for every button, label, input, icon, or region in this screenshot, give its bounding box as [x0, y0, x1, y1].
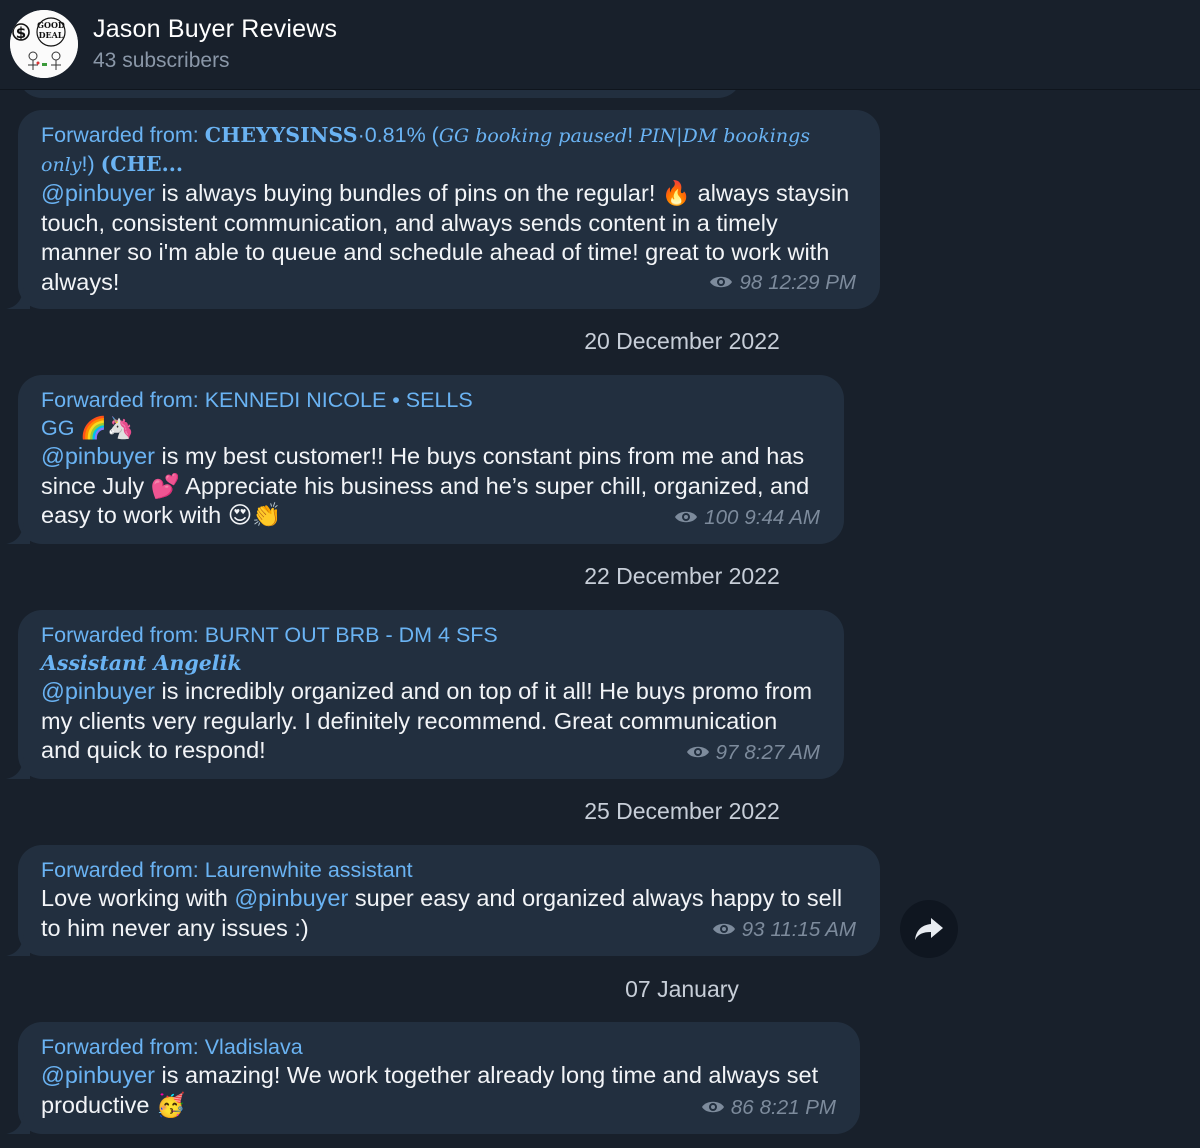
eye-icon — [701, 1102, 724, 1113]
forwarded-source-part[interactable]: !) — [82, 152, 101, 176]
forwarded-label: Forwarded from: — [41, 123, 199, 147]
message-time: 12:29 PM — [768, 270, 856, 294]
eye-icon — [710, 277, 733, 288]
message-bubble[interactable]: Forwarded from: BURNT OUT BRB - DM 4 SFS… — [6, 610, 844, 779]
view-count: 98 — [739, 270, 763, 294]
forwarded-source-part[interactable]: (CHE... — [101, 152, 183, 176]
forwarded-header[interactable]: Forwarded from: CHEYYSINSS·0.81% (GG boo… — [41, 121, 856, 179]
svg-text:GOOD: GOOD — [37, 20, 65, 30]
message-meta: 100 9:44 AM — [674, 503, 820, 533]
eye-icon — [675, 512, 698, 523]
message-time: 8:27 AM — [744, 740, 820, 764]
message-bubble[interactable]: Forwarded from: Laurenwhite assistant Lo… — [6, 845, 880, 956]
forwarded-source[interactable]: Vladislava — [205, 1035, 303, 1059]
forwarded-label: Forwarded from: — [41, 1035, 199, 1059]
forwarded-source[interactable]: CHEYYSINSS — [205, 123, 358, 147]
chat-header[interactable]: $ GOOD DEAL Jason Buyer Reviews 43 subsc… — [0, 0, 1200, 90]
message-meta: 98 12:29 PM — [709, 268, 856, 298]
forwarded-header[interactable]: Forwarded from: KENNEDI NICOLE • SELLS G… — [41, 386, 511, 442]
bubble-tail — [6, 287, 30, 309]
forwarded-source-part[interactable]: ·0.81% ( — [358, 123, 439, 147]
view-count: 100 — [704, 505, 739, 529]
forwarded-source-part[interactable]: Assistant Angelik — [41, 651, 242, 675]
forwarded-source-part[interactable]: GG booking paused — [439, 125, 627, 147]
forwarded-header[interactable]: Forwarded from: Vladislava — [41, 1033, 836, 1061]
date-separator: 20 December 2022 — [584, 328, 780, 354]
eye-icon — [686, 747, 709, 758]
message-bubble[interactable]: Forwarded from: KENNEDI NICOLE • SELLS G… — [6, 375, 844, 544]
message-meta: 93 11:15 AM — [712, 915, 856, 945]
message-body-start: Love working with — [41, 885, 235, 911]
forwarded-label: Forwarded from: — [41, 858, 199, 882]
message-bubble[interactable]: Forwarded from: CHEYYSINSS·0.81% (GG boo… — [6, 110, 880, 309]
share-arrow-icon — [915, 918, 943, 940]
date-separator: 07 January — [625, 976, 739, 1002]
svg-text:$: $ — [16, 24, 26, 42]
bubble-tail — [6, 1112, 30, 1134]
channel-avatar[interactable]: $ GOOD DEAL — [10, 10, 78, 78]
message-meta: 86 8:21 PM — [701, 1093, 836, 1123]
forwarded-label: Forwarded from: — [41, 388, 199, 412]
forwarded-header[interactable]: Forwarded from: Laurenwhite assistant — [41, 856, 856, 884]
view-count: 97 — [715, 740, 739, 764]
subscriber-count: 43 subscribers — [93, 49, 230, 72]
mention-link[interactable]: @pinbuyer — [41, 443, 155, 469]
view-count: 93 — [741, 917, 765, 941]
message-bubble[interactable]: Forwarded from: Vladislava @pinbuyer is … — [6, 1022, 860, 1134]
message-time: 11:15 AM — [770, 917, 856, 941]
forwarded-header[interactable]: Forwarded from: BURNT OUT BRB - DM 4 SFS… — [41, 621, 501, 677]
eye-icon — [712, 924, 735, 935]
date-separator: 22 December 2022 — [584, 563, 780, 589]
mention-link[interactable]: @pinbuyer — [41, 180, 155, 206]
good-deal-logo-icon: $ GOOD DEAL — [10, 10, 78, 78]
message-time: 8:21 PM — [759, 1095, 836, 1119]
share-button[interactable] — [900, 900, 958, 958]
forwarded-source[interactable]: BURNT OUT BRB - DM 4 SFS — [205, 623, 498, 647]
mention-link[interactable]: @pinbuyer — [41, 678, 155, 704]
channel-title[interactable]: Jason Buyer Reviews — [93, 15, 337, 44]
mention-link[interactable]: @pinbuyer — [234, 885, 348, 911]
bubble-tail — [6, 934, 30, 956]
svg-text:DEAL: DEAL — [39, 30, 64, 40]
mention-link[interactable]: @pinbuyer — [41, 1062, 155, 1088]
forwarded-label: Forwarded from: — [41, 623, 199, 647]
bubble-tail — [6, 522, 30, 544]
forwarded-source[interactable]: Laurenwhite assistant — [205, 858, 413, 882]
forwarded-source-part[interactable]: ! — [627, 123, 639, 147]
message-time: 9:44 AM — [744, 505, 820, 529]
message-meta: 97 8:27 AM — [686, 738, 820, 768]
bubble-tail — [6, 757, 30, 779]
view-count: 86 — [730, 1095, 754, 1119]
date-separator: 25 December 2022 — [584, 798, 780, 824]
